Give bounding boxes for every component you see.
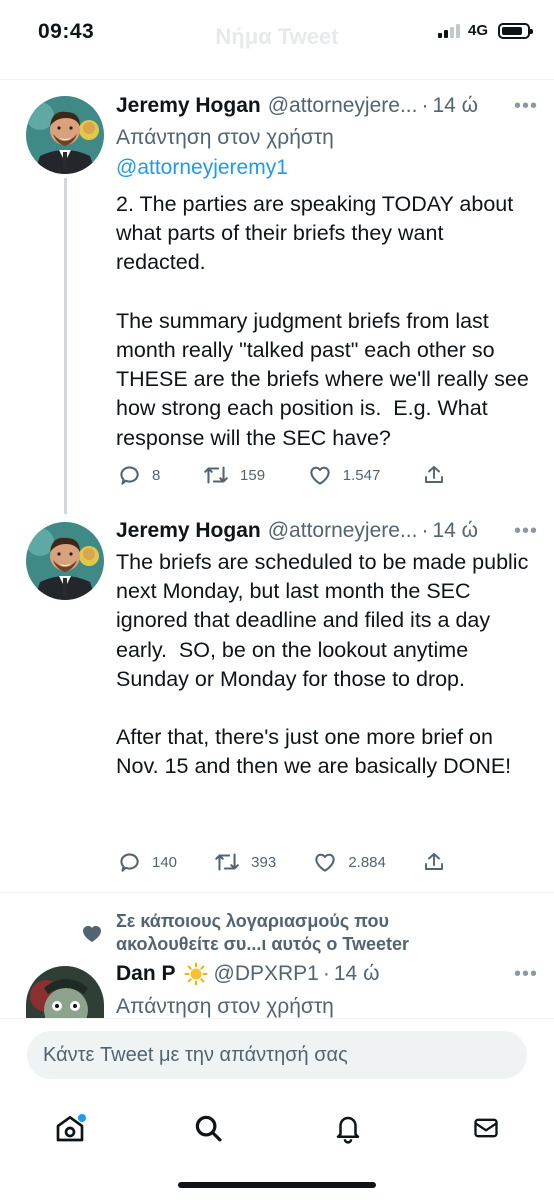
reply-to-handle[interactable]: @attorneyjeremy1 xyxy=(116,156,288,180)
author-handle[interactable]: @attorneyjere... xyxy=(268,94,418,118)
retweet-count: 159 xyxy=(240,466,266,484)
avatar-illustration-icon xyxy=(26,96,104,174)
like-button[interactable]: 1.547 xyxy=(307,462,381,488)
reply-to-label: Απάντηση στον χρήστη xyxy=(116,995,334,1018)
separator-dot: · xyxy=(421,94,429,117)
tweet-timestamp[interactable]: 14 ώ xyxy=(432,519,478,543)
tweet-text: 2. The parties are speaking TODAY about … xyxy=(116,192,529,450)
reply-button[interactable]: 140 xyxy=(116,849,177,875)
more-options-icon[interactable]: ••• xyxy=(514,520,538,543)
separator-dot: · xyxy=(322,962,330,985)
tab-notifications[interactable] xyxy=(324,1104,372,1152)
battery-icon xyxy=(498,22,533,39)
avatar-illustration-icon xyxy=(26,522,104,600)
tweet-header: Jeremy Hogan @attorneyjere... · 14 ώ ••• xyxy=(116,519,538,543)
share-button[interactable] xyxy=(422,849,446,875)
author-name[interactable]: Dan P xyxy=(116,962,176,986)
tab-search[interactable] xyxy=(184,1104,232,1152)
tweet-header: Dan P @DPXRP1 · 14 ώ ••• xyxy=(116,962,538,986)
divider xyxy=(0,892,554,893)
retweet-count: 393 xyxy=(251,853,277,871)
thread-line xyxy=(64,178,67,514)
more-options-icon[interactable]: ••• xyxy=(514,963,538,986)
messages-icon xyxy=(474,1118,498,1138)
reply-button[interactable]: 8 xyxy=(116,462,160,488)
cellular-signal-icon xyxy=(437,23,460,38)
tweet-actions: 140 393 2.884 xyxy=(116,849,446,875)
share-button[interactable] xyxy=(422,462,446,488)
tweet-timestamp[interactable]: 14 ώ xyxy=(334,962,380,986)
more-options-icon[interactable]: ••• xyxy=(514,95,538,118)
network-type: 4G xyxy=(467,22,488,39)
search-icon xyxy=(195,1115,222,1142)
share-icon xyxy=(425,853,443,870)
reply-count: 8 xyxy=(152,466,161,484)
tweet-timestamp[interactable]: 14 ώ xyxy=(432,94,478,118)
retweet-button[interactable]: 393 xyxy=(213,849,276,875)
heart-icon xyxy=(83,925,101,942)
status-indicators: 4G xyxy=(437,22,533,39)
like-button[interactable]: 2.884 xyxy=(312,849,386,875)
like-count: 1.547 xyxy=(342,466,381,484)
social-context-text[interactable]: Σε κάποιους λογαριασμούς που ακολουθείτε… xyxy=(116,910,476,956)
sun-emoji-icon xyxy=(184,962,208,986)
like-count: 2.884 xyxy=(348,853,386,871)
tab-messages[interactable] xyxy=(462,1104,510,1152)
author-name[interactable]: Jeremy Hogan xyxy=(116,519,261,543)
reply-composer-bar: Κάντε Tweet με την απάντησή σας xyxy=(0,1018,554,1090)
avatar[interactable] xyxy=(26,96,104,174)
retweet-icon xyxy=(215,853,239,871)
reply-to-label: Απάντηση στον χρήστη xyxy=(116,126,334,149)
separator-dot: · xyxy=(421,519,429,542)
retweet-button[interactable]: 159 xyxy=(202,462,265,488)
notification-dot xyxy=(78,1114,86,1122)
social-context: Σε κάποιους λογαριασμούς που ακολουθείτε… xyxy=(80,910,476,956)
reply-count: 140 xyxy=(152,853,178,871)
share-icon xyxy=(425,466,443,483)
avatar[interactable] xyxy=(26,522,104,600)
tweet-header: Jeremy Hogan @attorneyjere... · 14 ώ ••• xyxy=(116,94,538,118)
home-indicator xyxy=(178,1182,376,1188)
notifications-icon xyxy=(336,1116,360,1144)
like-icon xyxy=(310,466,330,485)
avatar[interactable] xyxy=(26,966,104,1018)
tab-home[interactable] xyxy=(46,1104,94,1152)
tweet-actions: 8 159 1.547 xyxy=(116,462,446,488)
like-icon xyxy=(315,853,336,872)
reply-composer-input[interactable]: Κάντε Tweet με την απάντησή σας xyxy=(27,1031,527,1079)
author-handle[interactable]: @attorneyjere... xyxy=(268,519,418,543)
retweet-icon xyxy=(204,466,228,484)
reply-icon xyxy=(120,466,139,485)
tweet-text: The briefs are scheduled to be made publ… xyxy=(116,550,529,779)
author-handle[interactable]: @DPXRP1 xyxy=(214,962,319,986)
reply-icon xyxy=(120,853,139,872)
avatar-illustration-icon xyxy=(26,966,104,1018)
author-name[interactable]: Jeremy Hogan xyxy=(116,94,261,118)
status-bar: 09:43 Νήμα Tweet 4G xyxy=(0,0,554,80)
